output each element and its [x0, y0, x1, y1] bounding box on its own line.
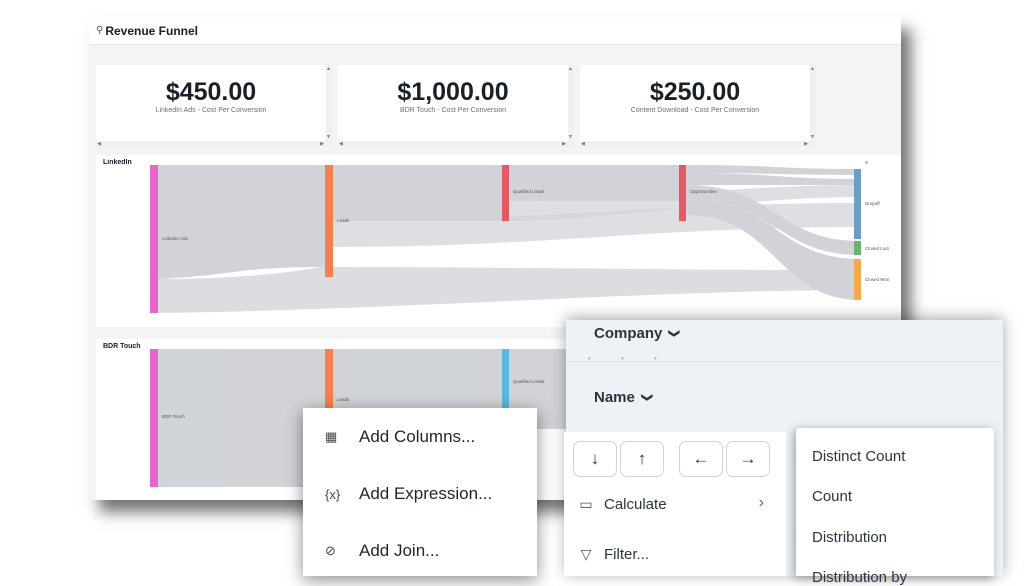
add-join-menu-item[interactable]: ⊘ Add Join...	[325, 541, 439, 561]
menu-item-label: Calculate	[604, 496, 667, 513]
menu-item-label: Add Columns...	[359, 427, 476, 446]
sankey-node-source	[150, 165, 158, 313]
columns-icon: ▦	[325, 429, 338, 444]
chevron-right-icon: ›	[758, 494, 764, 511]
dashboard-title: Revenue Funnel	[105, 23, 199, 38]
kpi-label: LinkedIn Ads - Cost Per Conversion	[155, 107, 267, 114]
sankey-label: LinkedIn Ads	[162, 236, 189, 241]
scroll-right-icon[interactable]: ▶	[562, 141, 566, 147]
kpi-horizontal-scrollbar[interactable]	[96, 141, 332, 147]
kpi-card[interactable]: $450.00 LinkedIn Ads - Cost Per Conversi…	[96, 65, 332, 147]
sankey-node-qualified	[502, 165, 509, 221]
calculator-icon: ▭	[579, 496, 593, 512]
panel-title: BDR Touch	[103, 343, 141, 350]
add-menu: ▦ Add Columns... {x} Add Expression... ⊘…	[303, 408, 537, 576]
submenu-item-distinct-count[interactable]: Distinct Count	[812, 448, 905, 465]
add-expression-menu-item[interactable]: {x} Add Expression...	[325, 484, 492, 504]
field-label: Name	[594, 389, 635, 406]
flow-linkedin-dropoff	[158, 266, 861, 313]
menu-item-label: Add Expression...	[359, 484, 493, 503]
company-field-button[interactable]: Company ❯	[594, 325, 680, 342]
sankey-label: X	[865, 160, 868, 165]
kpi-card[interactable]: $250.00 Content Download - Cost Per Conv…	[580, 65, 816, 147]
chevron-down-icon: ❯	[640, 392, 653, 403]
arrow-right-icon: →	[739, 449, 757, 468]
sankey-label: Dropoff	[865, 201, 880, 206]
expression-icon: {x}	[325, 486, 341, 502]
chevron-down-icon: ❯	[668, 328, 681, 339]
sankey-label: Closed Lost	[865, 246, 890, 251]
dashboard-header: ⚲ Revenue Funnel	[89, 17, 901, 45]
submenu-item-distribution-by[interactable]: Distribution by	[812, 569, 907, 586]
name-field-button[interactable]: Name ❯	[594, 389, 653, 406]
flow-leads-to-qualified	[332, 165, 502, 221]
sankey-label: Leads	[337, 397, 350, 402]
move-left-button[interactable]: ←	[679, 441, 723, 477]
sankey-label: Closed Won	[865, 277, 890, 282]
scroll-right-icon[interactable]: ▶	[320, 141, 324, 147]
scroll-right-icon[interactable]: ▶	[804, 141, 808, 147]
field-label: Company	[594, 325, 663, 342]
scroll-down-icon[interactable]: ▼	[326, 134, 331, 140]
kpi-value: $450.00	[165, 78, 257, 106]
flow-linkedin-to-leads	[158, 165, 325, 279]
scroll-left-icon[interactable]: ◀	[339, 141, 343, 147]
divider	[566, 361, 1003, 362]
kpi-label: BDR Touch - Cost Per Conversion	[399, 107, 507, 114]
sankey-node-dropoff	[854, 169, 861, 239]
menu-item-label: Filter...	[604, 546, 650, 563]
sankey-label: Opportunities	[690, 189, 718, 194]
submenu-item-count[interactable]: Count	[812, 488, 852, 505]
menu-item-label: Add Join...	[359, 541, 440, 560]
sankey-label: Leads	[337, 218, 350, 223]
sankey-node-source	[150, 349, 158, 487]
sankey-node-opportunities	[679, 165, 686, 221]
linkedin-sankey-chart: LinkedIn Ads Leads Qualified Leads Oppor…	[150, 160, 890, 313]
filter-menu-item[interactable]: ▽ Filter...	[578, 546, 649, 563]
scroll-left-icon[interactable]: ◀	[581, 141, 585, 147]
scroll-down-icon[interactable]: ▼	[810, 134, 815, 140]
scroll-down-icon[interactable]: ▼	[568, 134, 573, 140]
submenu-item-distribution[interactable]: Distribution	[812, 529, 887, 546]
kpi-horizontal-scrollbar[interactable]	[338, 141, 574, 147]
arrow-down-icon: ↓	[590, 449, 600, 468]
sankey-node-closed-lost	[854, 241, 861, 255]
scroll-left-icon[interactable]: ◀	[97, 141, 101, 147]
kpi-value: $250.00	[649, 78, 741, 106]
linkedin-sankey-panel: LinkedIn LinkedIn Ads Leads Qualified Le…	[96, 155, 901, 327]
scroll-up-icon[interactable]: ▲	[326, 66, 331, 72]
kpi-label: Content Download - Cost Per Conversion	[630, 107, 760, 114]
link-icon: ⊘	[325, 543, 336, 558]
kpi-value: $1,000.00	[397, 78, 509, 106]
kpi-card[interactable]: $1,000.00 BDR Touch - Cost Per Conversio…	[338, 65, 574, 147]
move-right-button[interactable]: →	[726, 441, 770, 477]
calculate-menu-item[interactable]: ▭ Calculate	[578, 496, 667, 513]
sankey-label: Qualified Leads	[513, 189, 545, 194]
kpi-horizontal-scrollbar[interactable]	[580, 141, 816, 147]
telescope-icon: ⚲	[96, 25, 104, 36]
sort-descending-button[interactable]: ↓	[573, 441, 617, 477]
add-columns-menu-item[interactable]: ▦ Add Columns...	[325, 427, 475, 447]
scroll-up-icon[interactable]: ▲	[568, 66, 573, 72]
arrow-left-icon: ←	[692, 449, 710, 468]
calculate-submenu: Distinct Count Count Distribution Distri…	[796, 428, 994, 586]
column-operations-menu: ↓ ↑ ← → ▭ Calculate › ▽ Filter...	[564, 432, 786, 576]
sankey-label: BDR Touch	[162, 414, 185, 419]
sankey-label: Qualified Leads	[513, 379, 545, 384]
filter-icon: ▽	[580, 546, 592, 562]
scroll-up-icon[interactable]: ▲	[810, 66, 815, 72]
sankey-node-leads	[325, 165, 333, 277]
panel-title: LinkedIn	[103, 159, 132, 166]
arrow-up-icon: ↑	[637, 449, 647, 468]
sankey-node-closed-won	[854, 259, 861, 300]
sort-ascending-button[interactable]: ↑	[620, 441, 664, 477]
